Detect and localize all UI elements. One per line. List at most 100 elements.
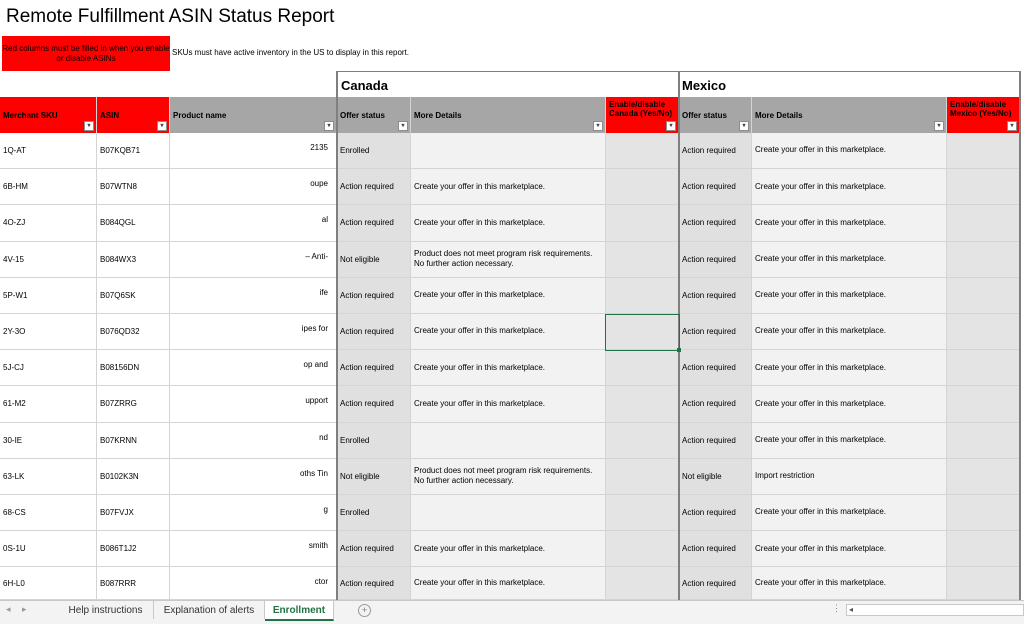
- ca-enable-cell[interactable]: [606, 205, 679, 242]
- mx-enable-cell[interactable]: [947, 205, 1020, 242]
- ca-offer-status-cell[interactable]: Action required: [337, 531, 411, 568]
- tab-explanation-of-alerts[interactable]: Explanation of alerts: [154, 601, 265, 619]
- filter-dropdown-icon[interactable]: ▾: [1007, 121, 1017, 131]
- mx-offer-status-cell[interactable]: Action required: [679, 350, 752, 387]
- ca-more-details-cell[interactable]: Create your offer in this marketplace.: [411, 567, 606, 600]
- ca-enable-cell[interactable]: [606, 241, 679, 278]
- ca-offer-status-cell[interactable]: Enrolled: [337, 422, 411, 459]
- mx-enable-cell[interactable]: [947, 277, 1020, 314]
- product-name-cell[interactable]: g: [170, 495, 337, 532]
- product-name-cell[interactable]: smith: [170, 531, 337, 568]
- header-merchant-sku[interactable]: Merchant SKU ▾: [0, 97, 97, 133]
- mx-more-details-cell[interactable]: Create your offer in this marketplace.: [752, 241, 947, 278]
- ca-enable-cell[interactable]: [606, 169, 679, 206]
- mx-more-details-cell[interactable]: Create your offer in this marketplace.: [752, 205, 947, 242]
- merchant-sku-cell[interactable]: 61-M2: [0, 386, 97, 423]
- ca-more-details-cell[interactable]: Create your offer in this marketplace.: [411, 531, 606, 568]
- merchant-sku-cell[interactable]: 4V-15: [0, 241, 97, 278]
- mx-offer-status-cell[interactable]: Action required: [679, 205, 752, 242]
- merchant-sku-cell[interactable]: 6H-L0: [0, 567, 97, 600]
- mx-more-details-cell[interactable]: Create your offer in this marketplace.: [752, 495, 947, 532]
- header-ca-more-details[interactable]: More Details ▾: [411, 97, 606, 133]
- ca-enable-cell[interactable]: [606, 458, 679, 495]
- asin-cell[interactable]: B087RRR: [97, 567, 170, 600]
- ca-more-details-cell[interactable]: [411, 133, 606, 170]
- ca-offer-status-cell[interactable]: Action required: [337, 169, 411, 206]
- product-name-cell[interactable]: 2135: [170, 133, 337, 170]
- ca-more-details-cell[interactable]: Create your offer in this marketplace.: [411, 169, 606, 206]
- mx-offer-status-cell[interactable]: Action required: [679, 277, 752, 314]
- mx-offer-status-cell[interactable]: Action required: [679, 567, 752, 600]
- mx-enable-cell[interactable]: [947, 422, 1020, 459]
- ca-offer-status-cell[interactable]: Enrolled: [337, 133, 411, 170]
- merchant-sku-cell[interactable]: 63-LK: [0, 458, 97, 495]
- merchant-sku-cell[interactable]: 2Y-3O: [0, 314, 97, 351]
- ca-more-details-cell[interactable]: Create your offer in this marketplace.: [411, 350, 606, 387]
- merchant-sku-cell[interactable]: 6B-HM: [0, 169, 97, 206]
- mx-offer-status-cell[interactable]: Action required: [679, 241, 752, 278]
- filter-dropdown-icon[interactable]: ▾: [666, 121, 676, 131]
- mx-enable-cell[interactable]: [947, 567, 1020, 600]
- next-sheet-icon[interactable]: ▸: [22, 604, 27, 615]
- header-mx-more-details[interactable]: More Details ▾: [752, 97, 947, 133]
- header-product-name[interactable]: Product name ▾: [170, 97, 337, 133]
- tab-enrollment[interactable]: Enrollment: [265, 601, 334, 621]
- mx-offer-status-cell[interactable]: Action required: [679, 531, 752, 568]
- filter-dropdown-icon[interactable]: ▾: [157, 121, 167, 131]
- ca-more-details-cell[interactable]: Create your offer in this marketplace.: [411, 277, 606, 314]
- mx-offer-status-cell[interactable]: Action required: [679, 169, 752, 206]
- ca-more-details-cell[interactable]: [411, 422, 606, 459]
- mx-more-details-cell[interactable]: Create your offer in this marketplace.: [752, 386, 947, 423]
- asin-cell[interactable]: B07WTN8: [97, 169, 170, 206]
- header-asin[interactable]: ASIN ▾: [97, 97, 170, 133]
- asin-cell[interactable]: B084QGL: [97, 205, 170, 242]
- mx-more-details-cell[interactable]: Import restriction: [752, 458, 947, 495]
- product-name-cell[interactable]: al: [170, 205, 337, 242]
- ca-more-details-cell[interactable]: Create your offer in this marketplace.: [411, 314, 606, 351]
- asin-cell[interactable]: B086T1J2: [97, 531, 170, 568]
- merchant-sku-cell[interactable]: 5J-CJ: [0, 350, 97, 387]
- ca-more-details-cell[interactable]: Create your offer in this marketplace.: [411, 205, 606, 242]
- product-name-cell[interactable]: ipes for: [170, 314, 337, 351]
- merchant-sku-cell[interactable]: 1Q-AT: [0, 133, 97, 170]
- mx-enable-cell[interactable]: [947, 350, 1020, 387]
- mx-more-details-cell[interactable]: Create your offer in this marketplace.: [752, 422, 947, 459]
- filter-dropdown-icon[interactable]: ▾: [398, 121, 408, 131]
- merchant-sku-cell[interactable]: 68-CS: [0, 495, 97, 532]
- ca-offer-status-cell[interactable]: Action required: [337, 350, 411, 387]
- mx-enable-cell[interactable]: [947, 314, 1020, 351]
- filter-dropdown-icon[interactable]: ▾: [739, 121, 749, 131]
- product-name-cell[interactable]: oths Tin: [170, 458, 337, 495]
- product-name-cell[interactable]: nd: [170, 422, 337, 459]
- ca-enable-cell[interactable]: [606, 350, 679, 387]
- mx-more-details-cell[interactable]: Create your offer in this marketplace.: [752, 531, 947, 568]
- mx-offer-status-cell[interactable]: Action required: [679, 422, 752, 459]
- product-name-cell[interactable]: op and: [170, 350, 337, 387]
- product-name-cell[interactable]: upport: [170, 386, 337, 423]
- ca-enable-cell[interactable]: [606, 422, 679, 459]
- mx-enable-cell[interactable]: [947, 169, 1020, 206]
- merchant-sku-cell[interactable]: 0S-1U: [0, 531, 97, 568]
- mx-enable-cell[interactable]: [947, 386, 1020, 423]
- ca-enable-cell[interactable]: [606, 531, 679, 568]
- prev-sheet-icon[interactable]: ◂: [6, 604, 11, 615]
- ca-enable-cell[interactable]: [606, 277, 679, 314]
- selected-cell[interactable]: [605, 314, 680, 351]
- asin-cell[interactable]: B07Q6SK: [97, 277, 170, 314]
- ca-more-details-cell[interactable]: Product does not meet program risk requi…: [411, 241, 606, 278]
- filter-dropdown-icon[interactable]: ▾: [324, 121, 334, 131]
- more-options-icon[interactable]: ⋮: [832, 603, 841, 614]
- asin-cell[interactable]: B07KRNN: [97, 422, 170, 459]
- mx-more-details-cell[interactable]: Create your offer in this marketplace.: [752, 350, 947, 387]
- scroll-left-icon[interactable]: ◂: [849, 605, 853, 614]
- product-name-cell[interactable]: oupe: [170, 169, 337, 206]
- asin-cell[interactable]: B0102K3N: [97, 458, 170, 495]
- mx-more-details-cell[interactable]: Create your offer in this marketplace.: [752, 314, 947, 351]
- ca-more-details-cell[interactable]: [411, 495, 606, 532]
- tab-help-instructions[interactable]: Help instructions: [58, 601, 154, 619]
- mx-enable-cell[interactable]: [947, 458, 1020, 495]
- filter-dropdown-icon[interactable]: ▾: [84, 121, 94, 131]
- fill-handle[interactable]: [677, 348, 681, 352]
- asin-cell[interactable]: B07KQB71: [97, 133, 170, 170]
- header-mx-enable[interactable]: Enable/disable Mexico (Yes/No) ▾: [947, 97, 1020, 133]
